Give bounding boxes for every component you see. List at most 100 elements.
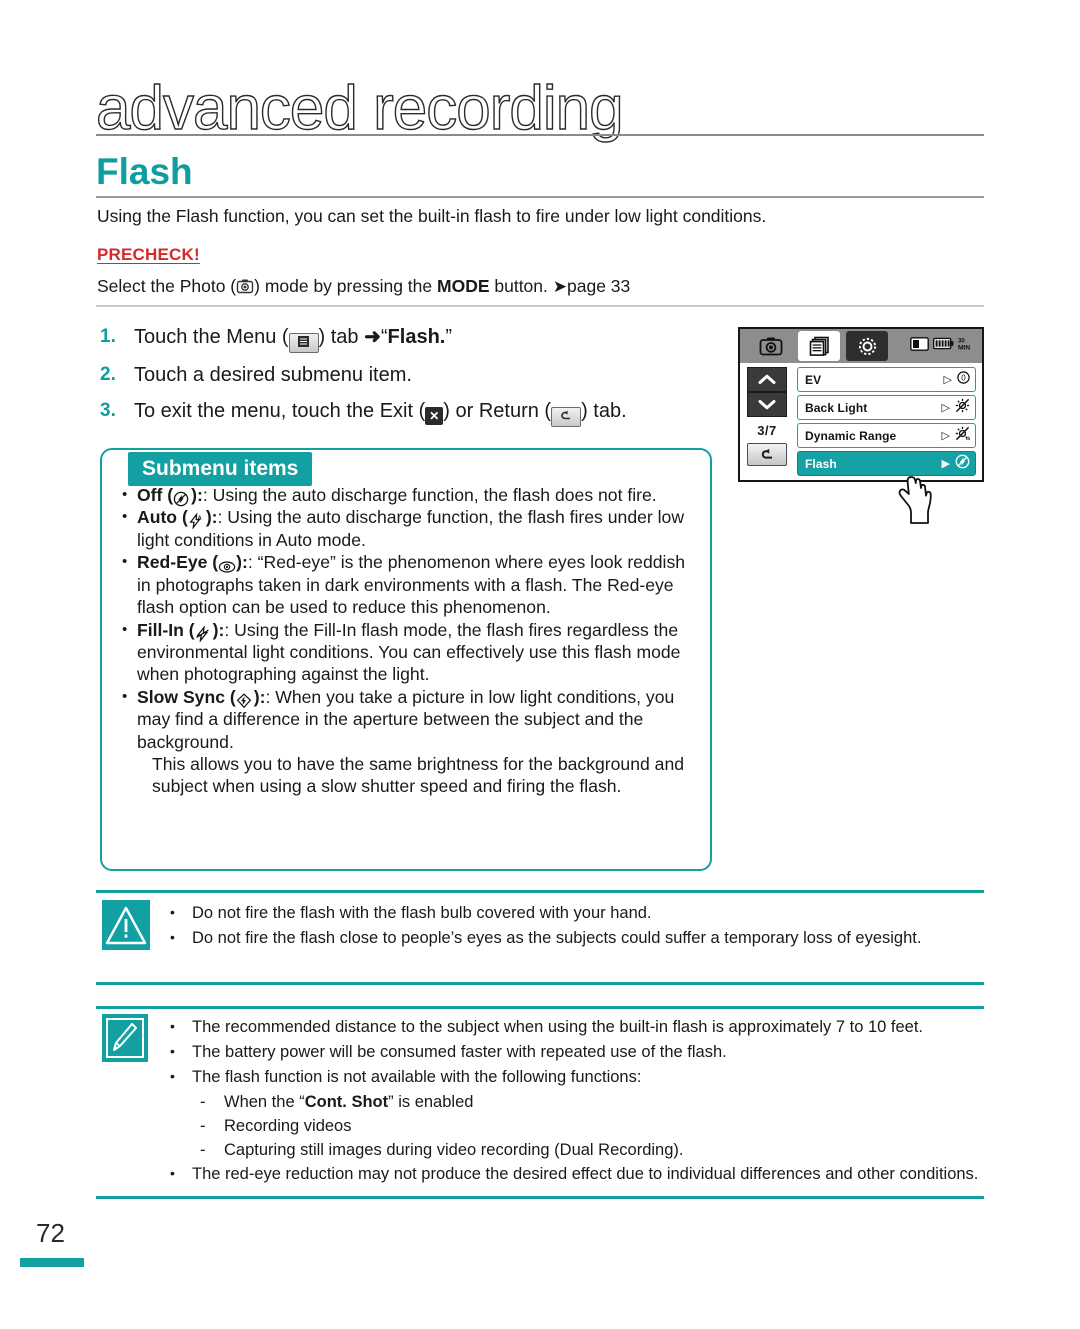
bullet-icon: • bbox=[122, 508, 128, 526]
bullet-icon: • bbox=[122, 620, 128, 638]
bullet-icon: • bbox=[170, 1018, 175, 1034]
submenu-item-red-eye-name: Red-Eye bbox=[137, 552, 208, 573]
submenu-item-auto: • Auto (A):: Using the auto discharge fu… bbox=[122, 507, 685, 550]
slow-sync-icon bbox=[236, 689, 254, 709]
submenu-items-heading: Submenu items bbox=[128, 452, 313, 487]
step-3-part-b: ) or Return ( bbox=[443, 400, 552, 422]
menu-row-flash[interactable]: Flash ▶ bbox=[797, 451, 976, 476]
camera-icon bbox=[759, 337, 783, 356]
step-1-quote-open: “ bbox=[380, 326, 388, 348]
precheck-divider bbox=[96, 305, 984, 307]
step-3-part-a: To exit the menu, touch the Exit ( bbox=[134, 400, 426, 422]
note-pencil-icon bbox=[102, 1014, 148, 1062]
step-1-flash-label: Flash. bbox=[387, 326, 446, 348]
menu-row-ev[interactable]: EV ▷ 0 bbox=[797, 367, 976, 392]
bullet-icon: • bbox=[170, 1042, 175, 1059]
note-divider-bottom bbox=[96, 1196, 984, 1199]
svg-text:30: 30 bbox=[958, 338, 965, 344]
step-2-text: Touch a desired submenu item. bbox=[134, 364, 412, 386]
battery-icon bbox=[932, 337, 954, 355]
submenu-item-slow-sync: • Slow Sync ():: When you take a picture… bbox=[122, 686, 697, 798]
submenu-item-slow-sync-name: Slow Sync bbox=[137, 686, 225, 707]
note-bullet: • The battery power will be consumed fas… bbox=[170, 1041, 986, 1065]
submenu-item-fill-in-name: Fill-In bbox=[137, 619, 184, 640]
scroll-up-button[interactable] bbox=[747, 367, 787, 392]
chapter-title: advanced recording bbox=[95, 74, 624, 143]
backlight-off-icon bbox=[955, 398, 970, 418]
note-divider-top bbox=[96, 1006, 984, 1009]
flash-off-icon bbox=[955, 454, 970, 474]
menu-tab-icon bbox=[288, 333, 319, 353]
return-arrow-icon bbox=[761, 448, 772, 459]
menu-tab[interactable] bbox=[798, 331, 840, 361]
lcd-top-bar: 30 MIN bbox=[740, 329, 982, 363]
precheck-suffix: button. bbox=[489, 276, 553, 296]
menu-row-dynamic-range-label: Dynamic Range bbox=[805, 428, 897, 443]
step-1-arrow-icon: ➜ bbox=[364, 326, 381, 348]
precheck-mid: ) mode by pressing the bbox=[254, 276, 437, 296]
up-chevron-icon bbox=[758, 374, 776, 384]
sd-card-icon bbox=[910, 336, 929, 356]
dynamic-range-off-icon: dr bbox=[955, 426, 971, 446]
down-chevron-icon bbox=[758, 400, 776, 410]
step-2-number: 2. bbox=[100, 364, 116, 385]
note-text: • The recommended distance to the subjec… bbox=[170, 1016, 986, 1187]
precheck-text: Select the Photo () mode by pressing the… bbox=[97, 274, 987, 300]
lcd-status-icons: 30 MIN bbox=[910, 336, 975, 356]
red-eye-icon bbox=[218, 554, 236, 573]
caution-divider-bottom bbox=[96, 982, 984, 985]
menu-row-flash-label: Flash bbox=[805, 456, 837, 471]
fill-in-flash-icon bbox=[195, 622, 213, 643]
submenu-item-off-text: : Using the auto discharge function, the… bbox=[202, 485, 657, 505]
svg-text:0: 0 bbox=[961, 373, 966, 382]
expand-triangle-icon: ▷ bbox=[941, 402, 950, 414]
exit-icon: ✕ bbox=[425, 407, 444, 425]
section-divider bbox=[96, 196, 984, 198]
submenu-item-red-eye: • Red-Eye ():: “Red-eye” is the phenomen… bbox=[122, 552, 686, 618]
settings-tab[interactable] bbox=[846, 331, 888, 361]
dash-icon: - bbox=[200, 1092, 206, 1111]
note-sub-item: - When the “Cont. Shot” is enabled bbox=[200, 1091, 986, 1115]
lcd-menu-body: 3/7 EV ▷ 0 Back Light ▷ Dynamic Range ▷ … bbox=[740, 363, 982, 524]
return-icon bbox=[551, 407, 582, 427]
note-bullet: • The red-eye reduction may not produce … bbox=[170, 1163, 986, 1187]
bullet-icon: • bbox=[122, 687, 128, 705]
step-1-number: 1. bbox=[100, 326, 116, 347]
svg-text:A: A bbox=[197, 516, 201, 522]
submenu-items-list: • Off ():: Using the auto discharge func… bbox=[122, 484, 697, 798]
record-time-icon: 30 MIN bbox=[958, 336, 975, 356]
photo-mode-tab[interactable] bbox=[750, 331, 792, 361]
step-3: 3. To exit the menu, touch the Exit (✕) … bbox=[100, 398, 720, 427]
step-1-part-a: Touch the Menu ( bbox=[134, 326, 289, 348]
chapter-divider bbox=[96, 134, 984, 136]
touch-hand-cursor-icon bbox=[895, 473, 937, 525]
caution-bullet: • Do not fire the flash close to people’… bbox=[170, 927, 986, 951]
ev-value-icon: 0 bbox=[957, 370, 970, 389]
page-indicator: 3/7 bbox=[757, 422, 777, 438]
menu-row-dynamic-range[interactable]: Dynamic Range ▷ dr bbox=[797, 423, 976, 448]
step-3-number: 3. bbox=[100, 400, 116, 421]
submenu-item-off: • Off ():: Using the auto discharge func… bbox=[122, 485, 657, 507]
page-number-bar bbox=[20, 1258, 84, 1267]
submenu-item-slow-sync-extra: This allows you to have the same brightn… bbox=[152, 754, 685, 797]
bullet-icon: • bbox=[122, 553, 128, 571]
note-sub-item: - Capturing still images during video re… bbox=[200, 1139, 986, 1163]
bullet-icon: • bbox=[170, 1164, 175, 1181]
flash-off-icon bbox=[173, 487, 191, 507]
dash-icon: - bbox=[200, 1116, 206, 1135]
page-reference: page 33 bbox=[567, 276, 631, 296]
step-3-part-c: ) tab. bbox=[581, 400, 627, 422]
return-button[interactable] bbox=[747, 443, 787, 466]
expand-triangle-icon: ▶ bbox=[941, 458, 950, 470]
expand-triangle-icon: ▷ bbox=[943, 374, 952, 386]
cont-shot-label: Cont. Shot bbox=[304, 1092, 389, 1111]
scroll-down-button[interactable] bbox=[747, 392, 787, 417]
flash-auto-icon: A bbox=[188, 509, 206, 531]
page-ref-arrow-icon: ➤ bbox=[552, 277, 567, 296]
menu-row-ev-label: EV bbox=[805, 372, 822, 387]
mode-button-label: MODE bbox=[437, 276, 490, 296]
bullet-icon: • bbox=[122, 486, 128, 503]
menu-row-back-light[interactable]: Back Light ▷ bbox=[797, 395, 976, 420]
precheck-label: PRECHECK! bbox=[97, 245, 200, 264]
expand-triangle-icon: ▷ bbox=[941, 430, 950, 442]
